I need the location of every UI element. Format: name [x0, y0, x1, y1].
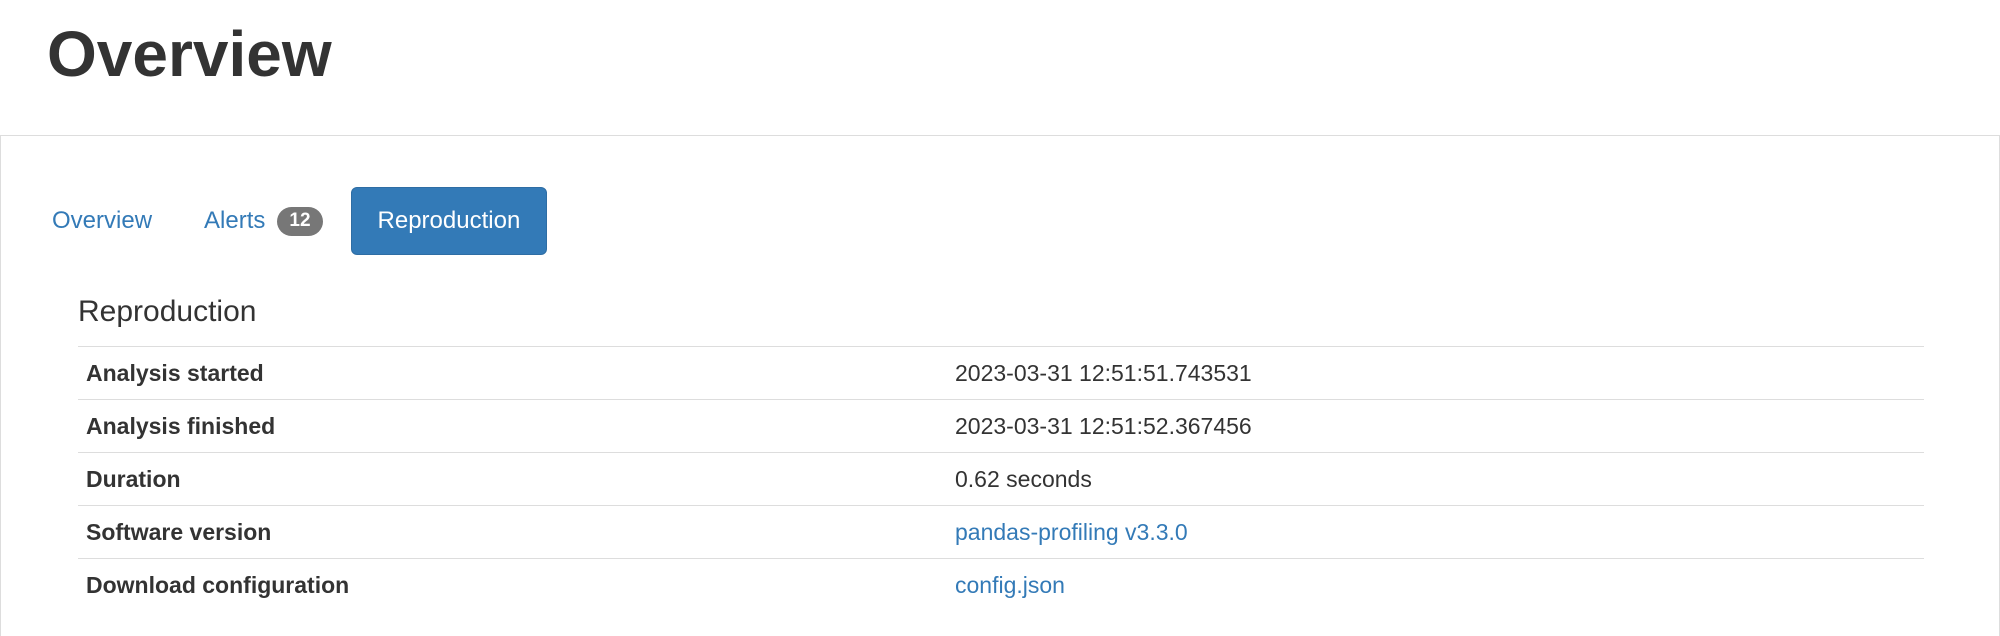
alerts-count-badge: 12	[277, 206, 323, 236]
row-label: Download configuration	[78, 558, 947, 611]
tab-bar: Overview Alerts 12 Reproduction	[28, 186, 548, 256]
table-row: Duration 0.62 seconds	[78, 452, 1924, 506]
row-value: config.json	[947, 558, 1924, 611]
row-value: pandas-profiling v3.3.0	[947, 505, 1924, 559]
table-row: Analysis finished 2023-03-31 12:51:52.36…	[78, 399, 1924, 453]
download-config-link[interactable]: config.json	[955, 572, 1065, 598]
tab-reproduction-label: Reproduction	[377, 207, 521, 234]
row-label: Duration	[78, 452, 947, 506]
tab-overview-label: Overview	[52, 207, 153, 234]
page-header: Overview	[0, 0, 2000, 135]
row-label: Analysis started	[78, 346, 947, 400]
row-value: 2023-03-31 12:51:52.367456	[947, 399, 1924, 453]
software-version-link[interactable]: pandas-profiling v3.3.0	[955, 519, 1188, 545]
tab-alerts[interactable]: Alerts 12	[180, 187, 347, 255]
reproduction-section: Reproduction Analysis started 2023-03-31…	[78, 286, 1924, 611]
tab-reproduction[interactable]: Reproduction	[350, 187, 548, 255]
page-title: Overview	[47, 18, 332, 90]
overview-panel: Overview Alerts 12 Reproduction Reproduc…	[0, 135, 2000, 636]
tab-alerts-label: Alerts	[204, 207, 266, 234]
row-value: 0.62 seconds	[947, 452, 1924, 506]
tab-overview[interactable]: Overview	[28, 187, 176, 255]
row-value: 2023-03-31 12:51:51.743531	[947, 346, 1924, 400]
section-title: Reproduction	[78, 295, 257, 328]
row-label: Analysis finished	[78, 399, 947, 453]
table-row: Download configuration config.json	[78, 558, 1924, 611]
table-row: Software version pandas-profiling v3.3.0	[78, 505, 1924, 559]
row-label: Software version	[78, 505, 947, 559]
reproduction-table: Analysis started 2023-03-31 12:51:51.743…	[78, 346, 1924, 611]
table-row: Analysis started 2023-03-31 12:51:51.743…	[78, 346, 1924, 400]
